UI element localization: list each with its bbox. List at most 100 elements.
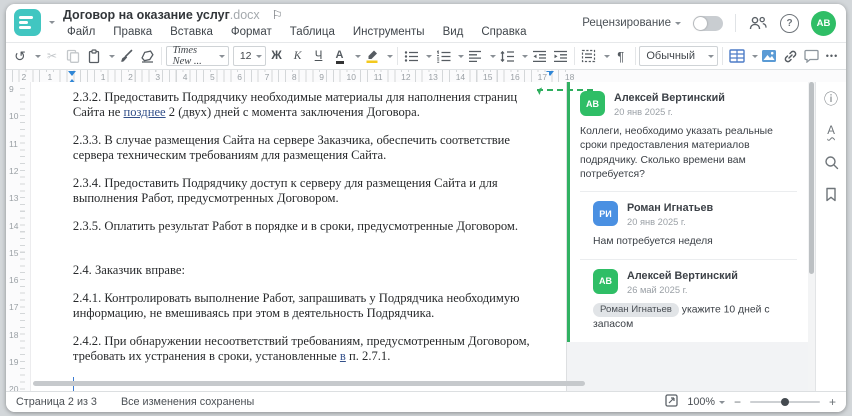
user-avatar[interactable]: АВ: [811, 10, 836, 36]
comment-author: Алексей Вертинский: [614, 92, 725, 104]
bold-button[interactable]: Ж: [267, 46, 287, 67]
zoom-out-button[interactable]: −: [734, 395, 741, 409]
scrollbar-thumb[interactable]: [809, 82, 815, 274]
insert-comment-button[interactable]: [801, 46, 821, 67]
paste-button[interactable]: [84, 46, 104, 67]
search-icon[interactable]: [824, 154, 839, 171]
line-spacing-button[interactable]: [497, 46, 517, 67]
frame-caret-icon[interactable]: [603, 55, 610, 61]
menu-view[interactable]: Вид: [434, 24, 473, 40]
underline-button[interactable]: Ч: [309, 46, 329, 67]
copy-button[interactable]: [63, 46, 83, 67]
numbered-list-caret-icon[interactable]: [458, 55, 465, 61]
save-status: Все изменения сохранены: [120, 396, 255, 408]
right-sidebar: ⓘ А: [815, 82, 846, 391]
paragraph-2-3-5[interactable]: 2.3.5. Оплатить результат Работ в порядк…: [73, 219, 545, 234]
comment-divider: [580, 258, 798, 260]
content-area: 9 10 11 12 13 14 15 16 17 18 19 20 2.3.2. Предостав…: [6, 82, 846, 395]
font-color-button[interactable]: A: [330, 46, 350, 67]
document-text[interactable]: 2.3.2. Предоставить Подрядчику необходим…: [72, 90, 545, 391]
paragraph-2-4-2[interactable]: 2.4.2. При обнаружении несоответствий тр…: [73, 334, 545, 364]
flag-icon[interactable]: ⚐: [272, 8, 283, 22]
info-icon[interactable]: ⓘ: [824, 90, 838, 107]
bullet-list-button[interactable]: [401, 46, 421, 67]
decrease-indent-button[interactable]: [529, 46, 549, 67]
menu-format[interactable]: Формат: [222, 24, 281, 40]
cut-button[interactable]: ✂: [42, 46, 62, 67]
menu-table[interactable]: Таблица: [281, 24, 344, 40]
comment-thread[interactable]: АВ Алексей Вертинский 20 янв 2025 г. Кол…: [567, 82, 809, 343]
fit-page-icon[interactable]: [665, 394, 678, 410]
comment-date: 20 янв 2025 г.: [627, 217, 686, 228]
paragraph-frame-button[interactable]: [579, 46, 599, 67]
zoom-slider-thumb[interactable]: [780, 397, 789, 406]
paragraph-2-3-2[interactable]: 2.3.2. Предоставить Подрядчику необходим…: [73, 90, 545, 120]
font-name-select[interactable]: Times New ...: [165, 45, 229, 67]
comment-avatar: АВ: [580, 91, 606, 116]
menu-edit[interactable]: Правка: [104, 24, 161, 40]
font-color-caret-icon[interactable]: [354, 55, 361, 61]
zoom-slider[interactable]: [749, 397, 820, 406]
paste-caret-icon[interactable]: [109, 55, 115, 61]
vertical-scrollbar[interactable]: [808, 82, 816, 391]
page-indicator[interactable]: Страница 2 из 3: [16, 396, 97, 408]
align-left-button[interactable]: [465, 46, 485, 67]
font-size-select[interactable]: 12: [232, 46, 266, 66]
insert-image-button[interactable]: [759, 46, 779, 67]
comment-date: 20 янв 2025 г.: [614, 107, 673, 117]
comment-item[interactable]: АВ Алексей Вертинский 20 янв 2025 г.: [580, 91, 797, 117]
zoom-value[interactable]: 100%: [687, 396, 725, 408]
undo-caret-icon[interactable]: [35, 55, 41, 61]
menubar: Файл Правка Вставка Формат Таблица Инстр…: [58, 24, 536, 40]
document-extension: .docx: [229, 8, 260, 22]
paragraph-2-4-1[interactable]: 2.4.1. Контролировать выполнение Работ, …: [73, 291, 545, 321]
format-painter-button[interactable]: [116, 46, 136, 67]
paragraph-style-select[interactable]: Обычный: [639, 46, 719, 66]
paragraph-2-3-3[interactable]: 2.3.3. В случае размещения Сайта на серв…: [73, 133, 545, 163]
logo-caret-icon[interactable]: [49, 21, 55, 27]
menu-file[interactable]: Файл: [58, 24, 104, 40]
align-caret-icon[interactable]: [490, 55, 497, 61]
review-mode-dropdown[interactable]: Рецензирование: [582, 17, 681, 29]
menu-insert[interactable]: Вставка: [161, 24, 222, 40]
undo-button[interactable]: ↺: [10, 46, 30, 67]
comments-panel-empty-area: [567, 342, 809, 391]
numbered-list-button[interactable]: [433, 46, 453, 67]
comment-item[interactable]: АВ Алексей Вертинский 26 май 2025 г. Ром…: [593, 268, 797, 332]
paragraph-2-4[interactable]: 2.4. Заказчик вправе:: [73, 263, 545, 278]
review-toggle[interactable]: [693, 15, 723, 31]
nonprinting-chars-button[interactable]: ¶: [611, 46, 631, 67]
comment-avatar: РИ: [593, 201, 619, 227]
line-spacing-caret-icon[interactable]: [522, 55, 529, 61]
paragraph-2-3-4[interactable]: 2.3.4. Предоставить Подрядчику доступ к …: [73, 176, 545, 206]
collaboration-users-icon[interactable]: [748, 15, 768, 31]
more-tools-button[interactable]: •••: [822, 46, 842, 67]
table-caret-icon[interactable]: [752, 55, 758, 61]
highlight-color-button[interactable]: [362, 46, 382, 67]
comment-item[interactable]: РИ Роман Игнатьев 20 янв 2025 г. Нам пот…: [593, 201, 797, 249]
mention-chip[interactable]: Роман Игнатьев: [593, 302, 679, 318]
zoom-in-button[interactable]: +: [829, 395, 836, 409]
menu-tools[interactable]: Инструменты: [344, 24, 434, 40]
spellcheck-icon[interactable]: А: [827, 122, 835, 139]
comment-divider: [580, 191, 798, 193]
app-logo-icon[interactable]: [14, 9, 41, 36]
help-icon[interactable]: ?: [780, 13, 799, 33]
document-title: Договор на оказание услуг: [63, 8, 230, 22]
comment-text: Роман Игнатьев укажите 10 дней с запасом: [593, 302, 770, 330]
comments-panel: АВ Алексей Вертинский 20 янв 2025 г. Кол…: [566, 82, 809, 391]
clear-style-button[interactable]: [137, 46, 157, 67]
header-divider: [735, 14, 736, 32]
menu-help[interactable]: Справка: [472, 24, 535, 40]
highlight-caret-icon[interactable]: [386, 55, 393, 61]
bullet-list-caret-icon[interactable]: [426, 55, 433, 61]
vertical-ruler[interactable]: 9 10 11 12 13 14 15 16 17 18 19 20: [6, 82, 31, 395]
horizontal-scrollbar[interactable]: [32, 381, 585, 386]
bookmark-icon[interactable]: [825, 186, 837, 203]
increase-indent-button[interactable]: [550, 46, 570, 67]
style-caret-icon: [708, 55, 715, 61]
document-page[interactable]: 2.3.2. Предоставить Подрядчику необходим…: [30, 82, 593, 391]
insert-link-button[interactable]: [780, 46, 800, 67]
italic-button[interactable]: К: [288, 46, 308, 67]
insert-table-button[interactable]: [727, 46, 747, 67]
